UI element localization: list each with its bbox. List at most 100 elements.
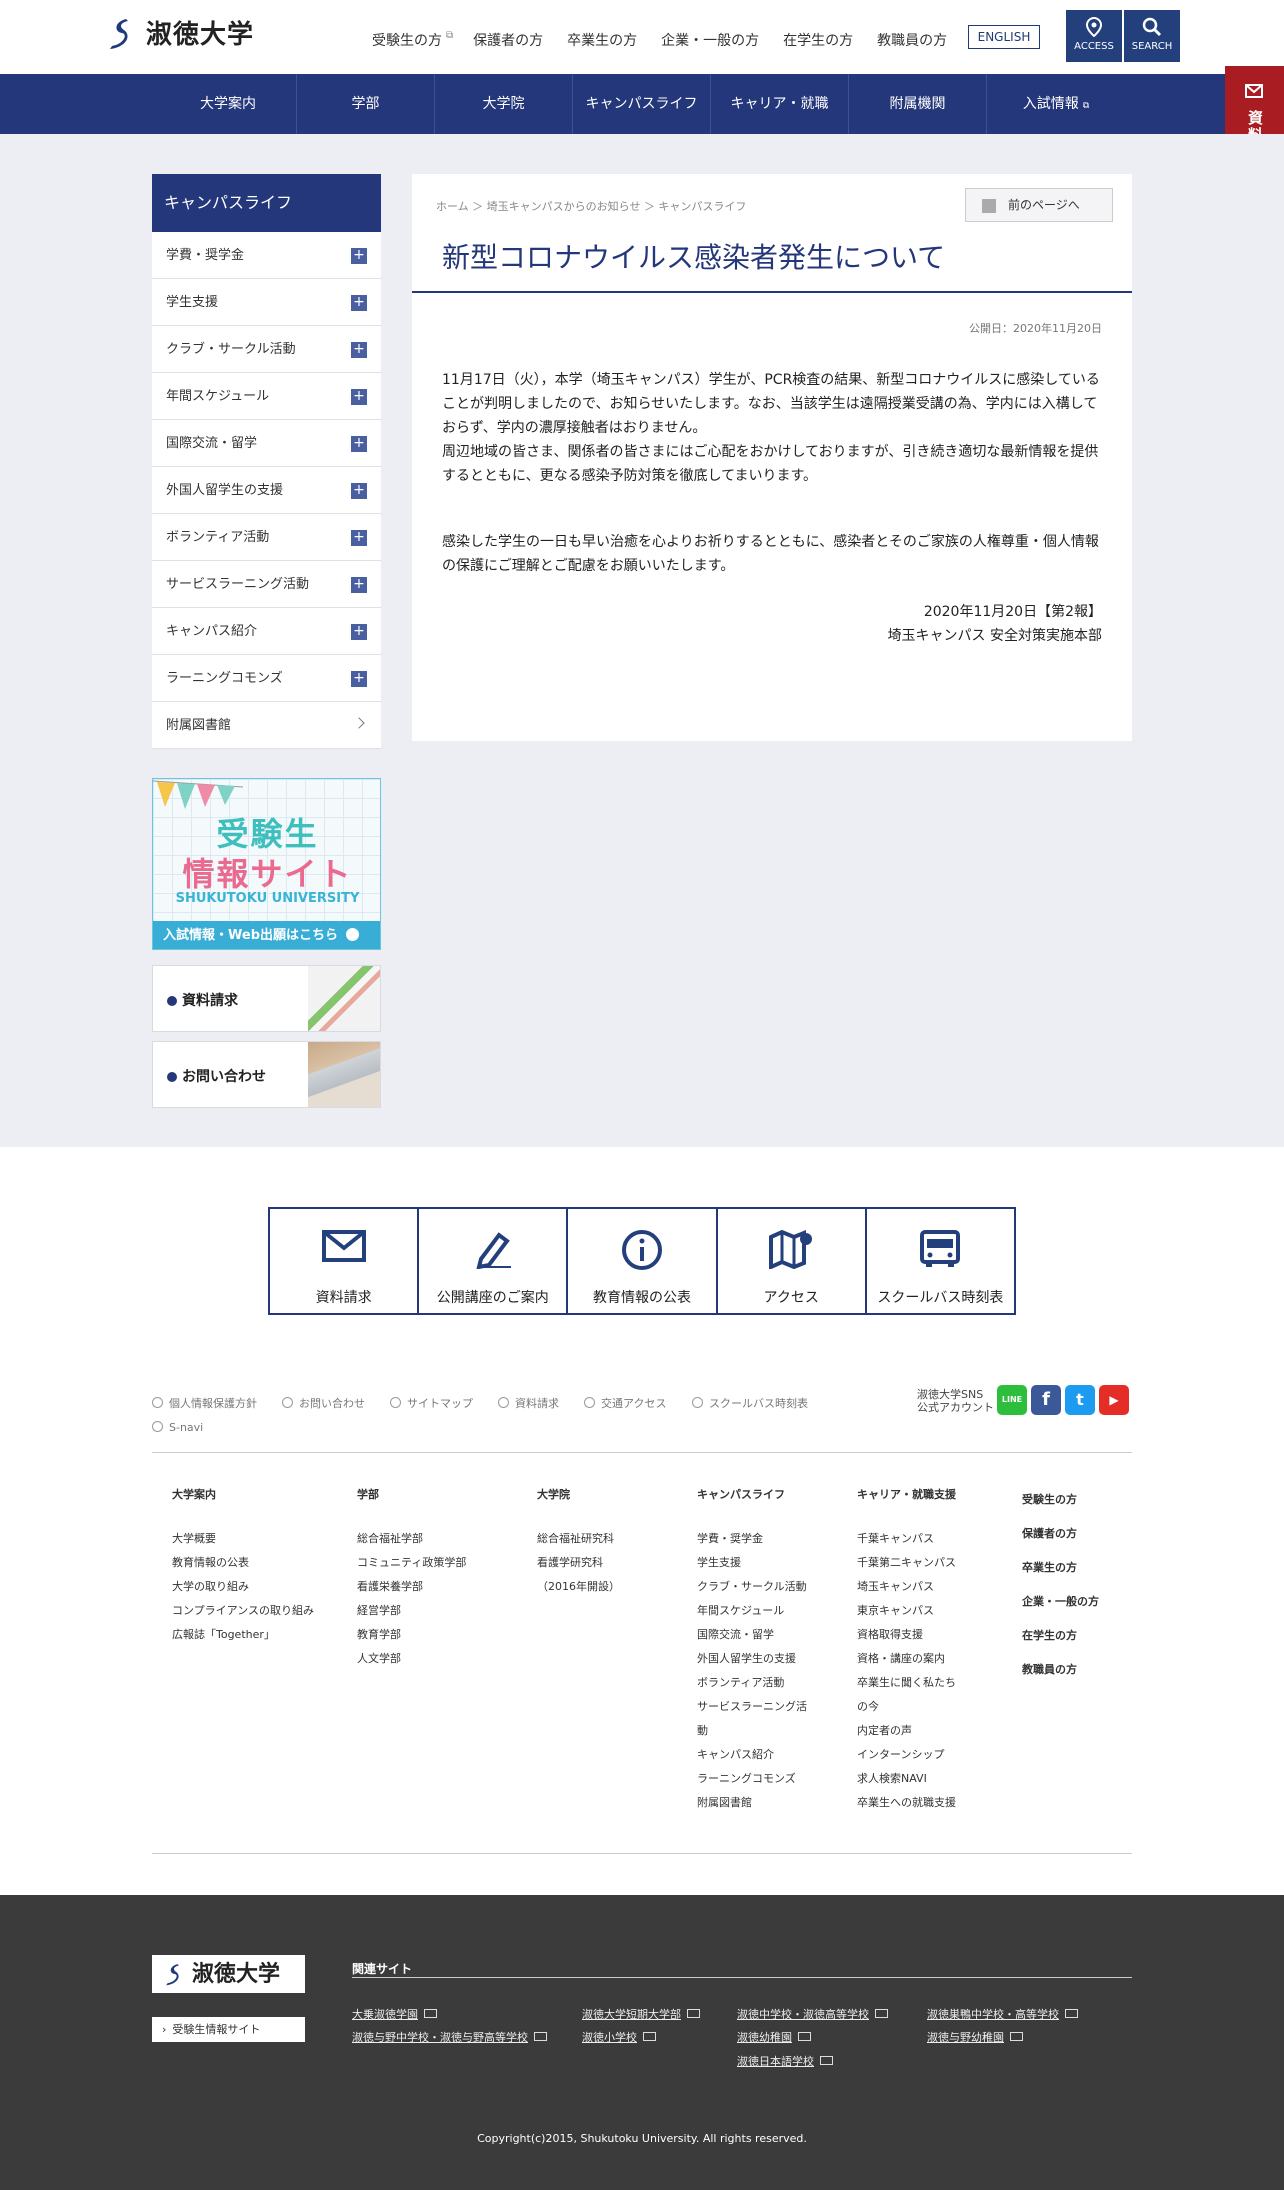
gnav-faculties[interactable]: 学部 <box>297 74 435 134</box>
footer-link-contact[interactable]: お問い合わせ <box>282 1395 365 1411</box>
quick-link-bus[interactable]: スクールバス時刻表 <box>867 1209 1014 1313</box>
access-button[interactable]: ACCESS <box>1066 10 1122 62</box>
search-button[interactable]: SEARCH <box>1124 10 1180 62</box>
gnav-career[interactable]: キャリア・就職 <box>711 74 849 134</box>
footer-col-link[interactable]: 東京キャンパス <box>857 1599 1007 1623</box>
gnav-institutions[interactable]: 附属機関 <box>849 74 987 134</box>
footer-col-link[interactable]: 総合福祉学部 <box>357 1527 527 1551</box>
gnav-about[interactable]: 大学案内 <box>160 74 297 134</box>
facebook-icon[interactable]: f <box>1031 1385 1061 1415</box>
plus-icon[interactable]: + <box>351 248 367 264</box>
related-link[interactable]: 大乗淑徳学園 <box>352 2006 437 2022</box>
aud-link-staff[interactable]: 教職員の方 <box>877 30 947 50</box>
side-nav-item[interactable]: 年間スケジュール + <box>152 373 381 420</box>
side-nav-item[interactable]: ラーニングコモンズ + <box>152 655 381 702</box>
side-nav-item[interactable]: キャンパス紹介 + <box>152 608 381 655</box>
applicant-site-banner[interactable]: 受験生 情報サイト SHUKUTOKU UNIVERSITY 入試情報・Web出… <box>152 778 381 950</box>
footer-col-link[interactable]: 人文学部 <box>357 1647 527 1671</box>
footer-aud-link[interactable]: 受験生の方 <box>1022 1483 1132 1517</box>
footer-col-link[interactable]: サービスラーニング活 <box>697 1695 847 1719</box>
footer-col-link[interactable]: 教育学部 <box>357 1623 527 1647</box>
footer-col-link[interactable]: 年間スケジュール <box>697 1599 847 1623</box>
footer-col-head[interactable]: キャンパスライフ <box>697 1483 847 1507</box>
plus-icon[interactable]: + <box>351 436 367 452</box>
footer-col-link[interactable]: 資格取得支援 <box>857 1623 1007 1647</box>
footer-col-link[interactable]: クラブ・サークル活動 <box>697 1575 847 1599</box>
footer-col-link[interactable]: 求人検索NAVI <box>857 1767 1007 1791</box>
site-logo[interactable]: 淑徳大学 <box>104 14 254 51</box>
related-link[interactable]: 淑徳小学校 <box>582 2029 656 2045</box>
footer-col-link[interactable]: 看護学研究科 <box>537 1551 687 1575</box>
plus-icon[interactable]: + <box>351 530 367 546</box>
footer-col-link[interactable]: 資格・講座の案内 <box>857 1647 1007 1671</box>
footer-col-link[interactable]: 学生支援 <box>697 1551 847 1575</box>
footer-col-link[interactable]: コミュニティ政策学部 <box>357 1551 527 1575</box>
footer-col-link[interactable]: 千葉キャンパス <box>857 1527 1007 1551</box>
footer-aud-link[interactable]: 企業・一般の方 <box>1022 1585 1132 1619</box>
footer-link-sitemap[interactable]: サイトマップ <box>390 1395 473 1411</box>
footer-col-link[interactable]: キャンパス紹介 <box>697 1743 847 1767</box>
footer-aud-link[interactable]: 卒業生の方 <box>1022 1551 1132 1585</box>
footer-col-link[interactable]: 看護栄養学部 <box>357 1575 527 1599</box>
footer-col-link[interactable]: 教育情報の公表 <box>172 1551 342 1575</box>
plus-icon[interactable]: + <box>351 671 367 687</box>
back-button[interactable]: 前のページへ <box>965 188 1113 222</box>
plus-icon[interactable]: + <box>351 342 367 358</box>
footer-col-link[interactable]: コンプライアンスの取り組み <box>172 1599 342 1623</box>
footer-col-head[interactable]: 学部 <box>357 1483 527 1507</box>
breadcrumb[interactable]: ホーム ＞ 埼玉キャンパスからのお知らせ ＞ キャンパスライフ <box>436 198 746 214</box>
footer-col-link[interactable]: 外国人留学生の支援 <box>697 1647 847 1671</box>
footer-col-link[interactable]: 総合福祉研究科 <box>537 1527 687 1551</box>
side-nav-item[interactable]: 附属図書館 <box>152 702 381 749</box>
footer-col-link[interactable]: の今 <box>857 1695 1007 1719</box>
card-contact[interactable]: お問い合わせ <box>152 1041 381 1108</box>
related-link[interactable]: 淑徳巣鴨中学校・高等学校 <box>927 2006 1078 2022</box>
footer-col-link[interactable]: 広報誌「Together」 <box>172 1623 342 1647</box>
related-link[interactable]: 淑徳大学短期大学部 <box>582 2006 700 2022</box>
footer-logo[interactable]: 淑徳大学 <box>152 1955 305 1993</box>
footer-aud-link[interactable]: 在学生の方 <box>1022 1619 1132 1653</box>
side-nav-item[interactable]: 学生支援 + <box>152 279 381 326</box>
footer-link-request[interactable]: 資料請求 <box>498 1395 559 1411</box>
gnav-campus-life[interactable]: キャンパスライフ <box>573 74 711 134</box>
side-nav-item[interactable]: サービスラーニング活動 + <box>152 561 381 608</box>
gnav-graduate[interactable]: 大学院 <box>435 74 573 134</box>
footer-col-link[interactable]: 大学の取り組み <box>172 1575 342 1599</box>
card-request-materials[interactable]: 資料請求 <box>152 965 381 1032</box>
footer-link-privacy[interactable]: 個人情報保護方針 <box>152 1395 257 1411</box>
plus-icon[interactable]: + <box>351 624 367 640</box>
related-link[interactable]: 淑徳与野幼稚園 <box>927 2029 1023 2045</box>
aud-link-corporate[interactable]: 企業・一般の方 <box>661 30 759 50</box>
line-icon[interactable]: LINE <box>997 1385 1027 1415</box>
gnav-admissions[interactable]: 入試情報 ⧉ <box>987 74 1125 134</box>
footer-col-link[interactable]: 動 <box>697 1719 847 1743</box>
footer-col-link[interactable]: 学費・奨学金 <box>697 1527 847 1551</box>
quick-link-lectures[interactable]: 公開講座のご案内 <box>419 1209 569 1313</box>
related-link[interactable]: 淑徳与野中学校・淑徳与野高等学校 <box>352 2029 547 2045</box>
footer-aud-link[interactable]: 保護者の方 <box>1022 1517 1132 1551</box>
related-link[interactable]: 淑徳幼稚園 <box>737 2029 811 2045</box>
footer-col-link[interactable]: 経営学部 <box>357 1599 527 1623</box>
youtube-icon[interactable]: ▶ <box>1099 1385 1129 1415</box>
plus-icon[interactable]: + <box>351 577 367 593</box>
plus-icon[interactable]: + <box>351 483 367 499</box>
footer-col-link[interactable]: 卒業生に聞く私たち <box>857 1671 1007 1695</box>
applicant-site-button[interactable]: › 受験生情報サイト <box>152 2017 305 2042</box>
aud-link-students[interactable]: 在学生の方 <box>783 30 853 50</box>
footer-link-traffic[interactable]: 交通アクセス <box>584 1395 666 1411</box>
footer-col-link[interactable]: 附属図書館 <box>697 1791 847 1815</box>
footer-col-link[interactable]: 内定者の声 <box>857 1719 1007 1743</box>
aud-link-parents[interactable]: 保護者の方 <box>473 30 543 50</box>
related-link[interactable]: 淑徳中学校・淑徳高等学校 <box>737 2006 888 2022</box>
related-link[interactable]: 淑徳日本語学校 <box>737 2053 833 2069</box>
footer-col-link[interactable]: 大学概要 <box>172 1527 342 1551</box>
footer-col-link[interactable]: ボランティア活動 <box>697 1671 847 1695</box>
english-button[interactable]: ENGLISH <box>968 25 1040 49</box>
side-nav-item[interactable]: 学費・奨学金 + <box>152 232 381 279</box>
footer-col-link[interactable]: 埼玉キャンパス <box>857 1575 1007 1599</box>
aud-link-applicants[interactable]: 受験生の方 <box>372 30 442 50</box>
side-nav-item[interactable]: ボランティア活動 + <box>152 514 381 561</box>
side-nav-item[interactable]: 国際交流・留学 + <box>152 420 381 467</box>
quick-link-request[interactable]: 資料請求 <box>270 1209 420 1313</box>
footer-col-link[interactable]: 千葉第二キャンパス <box>857 1551 1007 1575</box>
